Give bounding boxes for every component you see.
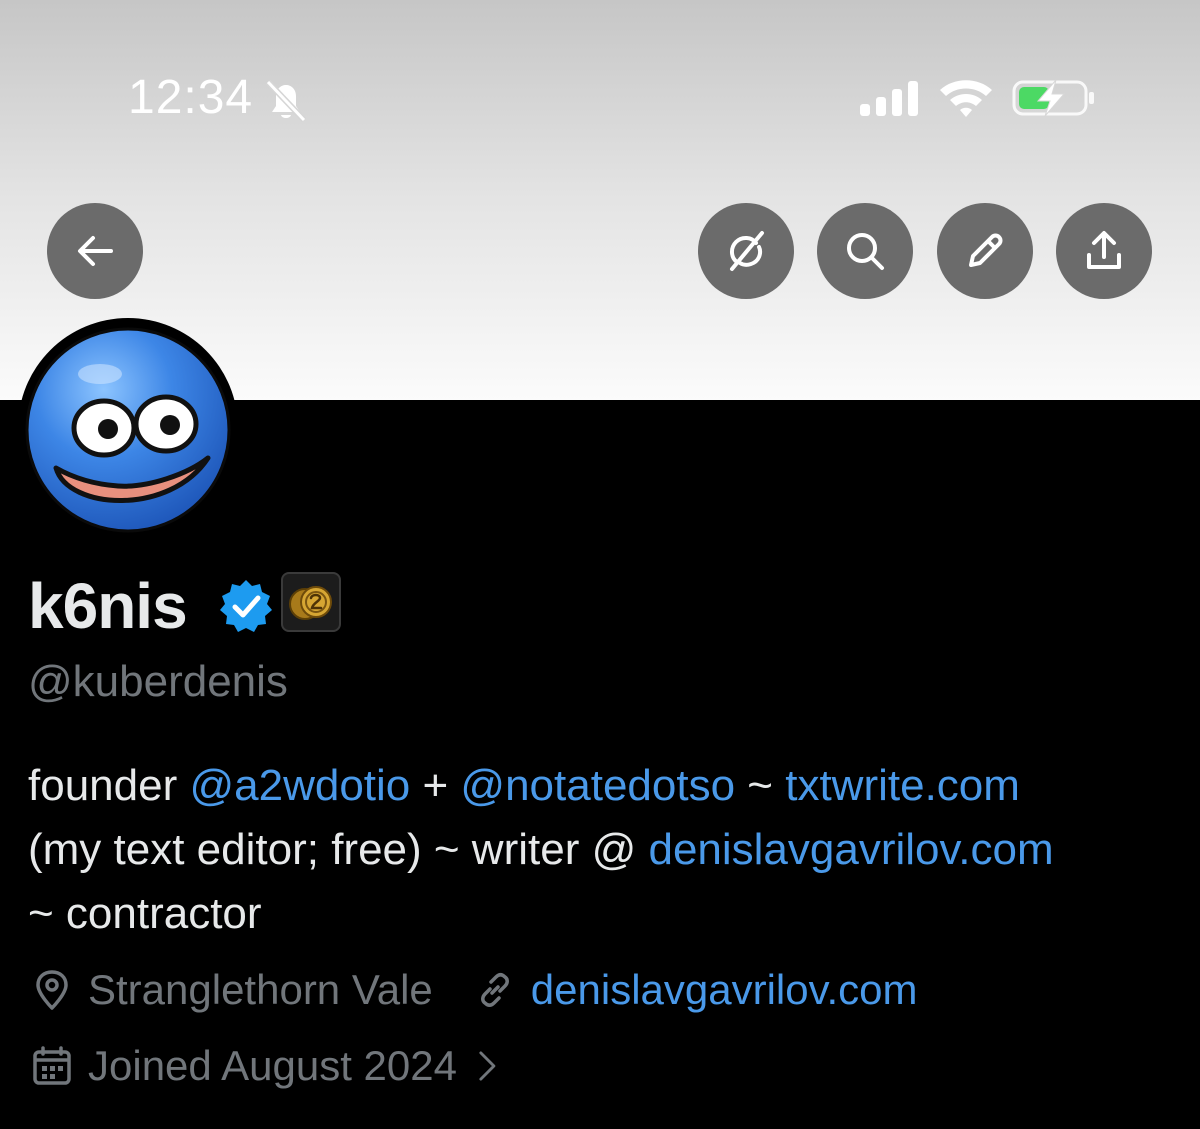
cellular-signal-icon: [860, 81, 918, 116]
bio-text: founder: [28, 761, 190, 810]
bio-mention-notatedotso-link[interactable]: @notatedotso: [460, 761, 735, 810]
chevron-right-icon: [479, 1051, 496, 1081]
status-time: 12:34: [128, 71, 254, 124]
battery-charging-icon: [1012, 79, 1094, 117]
link-icon: [480, 973, 509, 1007]
search-button[interactable]: [817, 203, 913, 299]
share-button[interactable]: [1056, 203, 1152, 299]
slime-avatar-image: [25, 327, 231, 533]
profile-meta-joined-row[interactable]: Joined August 2024: [30, 1040, 507, 1092]
edit-pencil-icon: [969, 233, 1003, 267]
profile-website-link[interactable]: denislavgavrilov.com: [531, 964, 918, 1016]
bio-line-2: (my text editor; free) ~ writer @ denisl…: [28, 818, 1188, 882]
calendar-icon: [33, 1046, 71, 1085]
verified-badge-icon[interactable]: [218, 578, 274, 634]
profile-bio: founder @a2wdotio + @notatedotso ~ txtwr…: [28, 754, 1188, 946]
share-icon: [1087, 231, 1121, 269]
grok-icon: [730, 231, 764, 271]
back-arrow-icon: [78, 236, 113, 266]
wifi-icon: [940, 80, 992, 117]
location-pin-icon: [36, 970, 68, 1010]
bio-text: +: [410, 761, 461, 810]
bio-txtwrite-link[interactable]: txtwrite.com: [785, 761, 1020, 810]
bio-text: (my text editor; free) ~ writer @: [28, 825, 649, 874]
back-button[interactable]: [47, 203, 143, 299]
profile-meta-location-row: Stranglethorn Vale denislavgavrilov.com: [30, 964, 918, 1016]
search-icon: [847, 233, 884, 270]
bio-line-3: ~ contractor: [28, 882, 1188, 946]
display-name: k6nis: [28, 570, 188, 642]
bio-website-link[interactable]: denislavgavrilov.com: [648, 825, 1053, 874]
profile-joined-date: Joined August 2024: [88, 1042, 457, 1089]
profile-location: Stranglethorn Vale: [88, 966, 433, 1013]
avatar[interactable]: [18, 318, 238, 538]
bell-muted-icon: [265, 79, 307, 122]
bio-mention-a2wdotio-link[interactable]: @a2wdotio: [189, 761, 410, 810]
profile-handle: @kuberdenis: [28, 657, 288, 706]
coin-icon: [289, 586, 332, 620]
affiliate-coin-badge[interactable]: [281, 572, 341, 632]
bio-text: ~: [735, 761, 786, 810]
grok-button[interactable]: [698, 203, 794, 299]
bio-line-1: founder @a2wdotio + @notatedotso ~ txtwr…: [28, 754, 1188, 818]
edit-button[interactable]: [937, 203, 1033, 299]
bio-text: ~ contractor: [28, 889, 262, 938]
